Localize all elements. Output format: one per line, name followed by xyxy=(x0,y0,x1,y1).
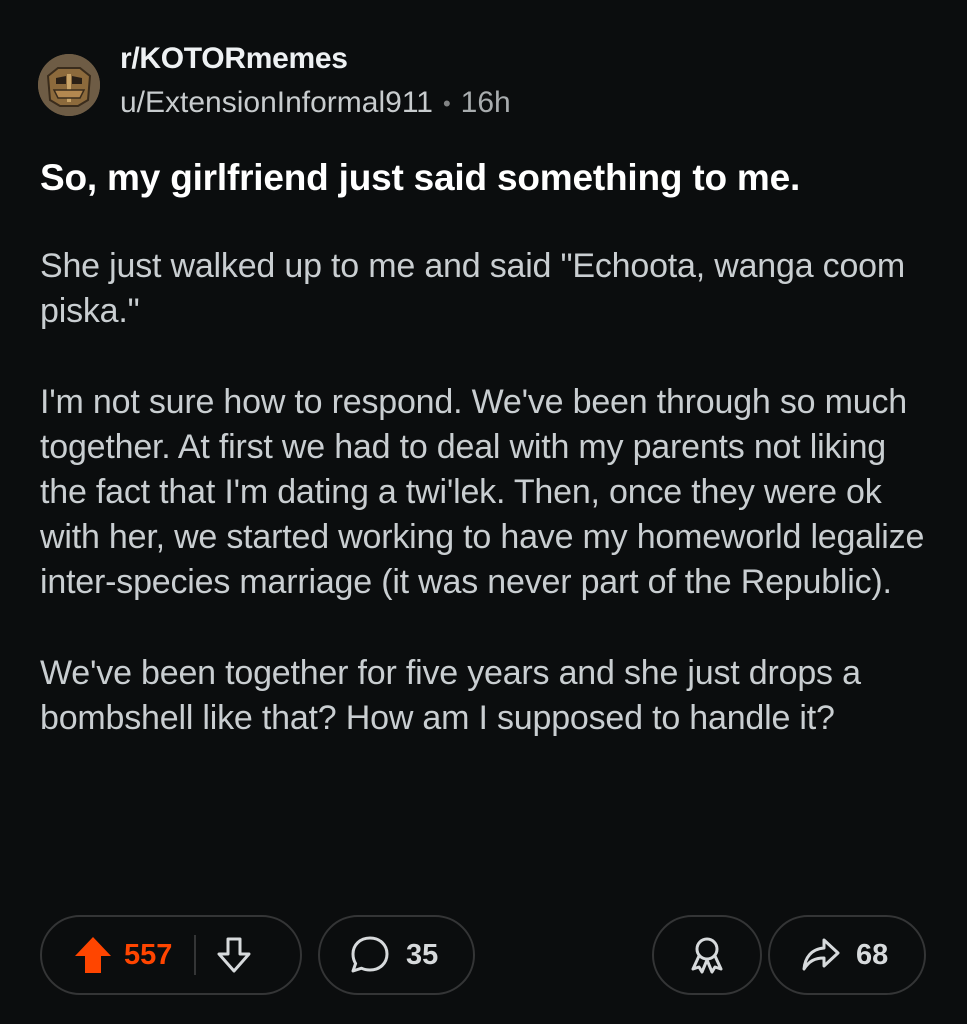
post-paragraph: She just walked up to me and said "Echoo… xyxy=(40,247,906,330)
share-count: 68 xyxy=(856,938,889,971)
share-arrow-icon xyxy=(800,934,842,976)
post-header: r/KOTORmemes u/ExtensionInformal911 • 16h xyxy=(38,42,938,122)
author-name[interactable]: u/ExtensionInformal911 xyxy=(120,86,433,119)
vote-control: 557 xyxy=(40,915,302,995)
post-paragraph: We've been together for five years and s… xyxy=(40,654,861,737)
subreddit-name[interactable]: r/KOTORmemes xyxy=(120,42,348,76)
vote-score: 557 xyxy=(124,938,173,971)
comment-bubble-icon xyxy=(348,933,392,977)
comments-button[interactable]: 35 xyxy=(318,915,475,995)
subreddit-avatar[interactable] xyxy=(38,54,100,116)
vote-divider xyxy=(194,935,197,975)
post-action-bar: 557 35 68 xyxy=(40,915,927,997)
post-paragraph: I'm not sure how to respond. We've been … xyxy=(40,383,925,601)
share-button[interactable]: 68 xyxy=(768,915,926,995)
meta-separator: • xyxy=(442,91,451,117)
post-meta: u/ExtensionInformal911 • 16h xyxy=(120,86,511,120)
downvote-arrow-icon[interactable] xyxy=(214,934,254,976)
comment-count: 35 xyxy=(406,938,439,971)
award-button[interactable] xyxy=(652,915,762,995)
award-ribbon-icon xyxy=(685,933,729,977)
post-title: So, my girlfriend just said something to… xyxy=(40,157,801,198)
post-body: She just walked up to me and said "Echoo… xyxy=(40,244,925,787)
post-age: 16h xyxy=(460,86,511,119)
upvote-arrow-icon[interactable] xyxy=(72,934,114,976)
